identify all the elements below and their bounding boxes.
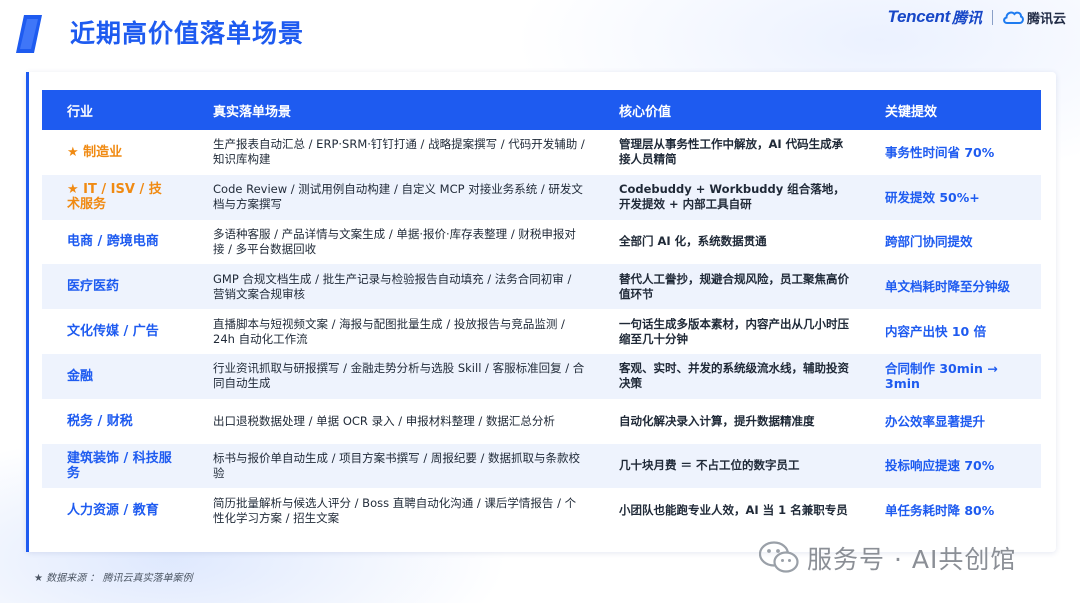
- value-cell: 客观、实时、并发的系统级流水线，辅助投资决策: [594, 353, 860, 399]
- brand-cloud-cn: 腾讯云: [1026, 11, 1066, 27]
- table-row: ★ IT / ISV / 技术服务 Code Review / 测试用例自动构建…: [42, 174, 1041, 220]
- table-row: 税务 / 财税 出口退税数据处理 / 单据 OCR 录入 / 申报材料整理 / …: [42, 398, 1041, 444]
- scenario-table: 行业 真实落单场景 核心价值 关键提效 ★ 制造业 生产报表自动汇总 / ERP…: [42, 90, 1041, 534]
- brand-divider: [991, 9, 993, 25]
- efficiency-cell: 单任务耗时降 80%: [860, 488, 1041, 534]
- table-row: 医疗医药 GMP 合规文档生成 / 批生产记录与检验报告自动填充 / 法务合同初…: [42, 264, 1041, 310]
- column-header-value: 核心价值: [594, 90, 860, 130]
- industry-cell: 医疗医药: [42, 264, 188, 310]
- watermark-text: 服务号 · AI共创馆: [807, 545, 1017, 574]
- value-cell: 全部门 AI 化，系统数据贯通: [594, 219, 860, 265]
- efficiency-cell: 投标响应提速 70%: [860, 443, 1041, 489]
- efficiency-cell: 单文档耗时降至分钟级: [860, 264, 1041, 310]
- industry-cell: 金融: [42, 353, 188, 399]
- industry-cell: 税务 / 财税: [42, 398, 188, 444]
- scenario-cell: 标书与报价单自动生成 / 项目方案书撰写 / 周报纪要 / 数据抓取与条款校验: [188, 443, 594, 489]
- scenario-cell: 出口退税数据处理 / 单据 OCR 录入 / 申报材料整理 / 数据汇总分析: [188, 398, 594, 444]
- scenario-cell: GMP 合规文档生成 / 批生产记录与检验报告自动填充 / 法务合同初审 / 营…: [188, 264, 594, 310]
- brand-tencent-en: Tencent: [887, 7, 951, 26]
- table-header-row: 行业 真实落单场景 核心价值 关键提效: [42, 90, 1041, 130]
- scenario-cell: 简历批量解析与候选人评分 / Boss 直聘自动化沟通 / 课后学情报告 / 个…: [188, 488, 594, 534]
- brand-tencent-cn: 腾讯: [951, 8, 982, 27]
- table-row: 金融 行业资讯抓取与研报撰写 / 金融走势分析与选股 Skill / 客服标准回…: [42, 353, 1041, 399]
- scenario-cell: 多语种客服 / 产品详情与文案生成 / 单据·报价·库存表整理 / 财税申报对接…: [188, 219, 594, 265]
- data-source-note: ★ 数据来源 ： 腾讯云真实落单案例: [34, 573, 193, 584]
- efficiency-cell: 研发提效 50%+: [860, 174, 1041, 220]
- value-cell: 几十块月费 ＝ 不占工位的数字员工: [594, 443, 860, 489]
- efficiency-cell: 办公效率显著提升: [860, 398, 1041, 444]
- efficiency-cell: 事务性时间省 70%: [860, 130, 1041, 175]
- page-title: 近期高价值落单场景: [70, 19, 305, 48]
- cloud-icon: [1003, 11, 1024, 24]
- scenario-cell: 行业资讯抓取与研报撰写 / 金融走势分析与选股 Skill / 客服标准回复 /…: [188, 353, 594, 399]
- value-cell: 替代人工誊抄，规避合规风险，员工聚焦高价值环节: [594, 264, 860, 310]
- table-row: ★ 制造业 生产报表自动汇总 / ERP·SRM·钉钉打通 / 战略提案撰写 /…: [42, 130, 1041, 175]
- card-accent-bar: [26, 72, 29, 552]
- value-cell: 自动化解决录入计算，提升数据精准度: [594, 398, 860, 444]
- wechat-icon: [759, 541, 799, 573]
- efficiency-cell: 合同制作 30min → 3min: [860, 353, 1041, 399]
- efficiency-cell: 跨部门协同提效: [860, 219, 1041, 265]
- logo-mark-icon: [16, 15, 42, 53]
- industry-cell: ★ IT / ISV / 技术服务: [42, 174, 188, 220]
- watermark: 服务号 · AI共创馆: [759, 540, 1016, 576]
- efficiency-cell: 内容产出快 10 倍: [860, 309, 1041, 354]
- column-header-efficiency: 关键提效: [860, 90, 1041, 130]
- scenario-cell: 直播脚本与短视频文案 / 海报与配图批量生成 / 投放报告与竞品监测 / 24h…: [188, 309, 594, 354]
- industry-cell: 电商 / 跨境电商: [42, 219, 188, 265]
- column-header-scenario: 真实落单场景: [188, 90, 594, 130]
- scenario-cell: 生产报表自动汇总 / ERP·SRM·钉钉打通 / 战略提案撰写 / 代码开发辅…: [188, 130, 594, 175]
- brand-logo: Tencent 腾讯 腾讯云: [888, 5, 1066, 29]
- industry-cell: 建筑装饰 / 科技服务: [42, 443, 188, 489]
- value-cell: 一句话生成多版本素材，内容产出从几小时压缩至几十分钟: [594, 309, 860, 354]
- value-cell: Codebuddy + Workbuddy 组合落地，开发提效 + 内部工具自研: [594, 174, 860, 220]
- table-row: 电商 / 跨境电商 多语种客服 / 产品详情与文案生成 / 单据·报价·库存表整…: [42, 219, 1041, 265]
- scenario-cell: Code Review / 测试用例自动构建 / 自定义 MCP 对接业务系统 …: [188, 174, 594, 220]
- value-cell: 小团队也能跑专业人效，AI 当 1 名兼职专员: [594, 488, 860, 534]
- column-header-industry: 行业: [42, 90, 188, 130]
- table-row: 文化传媒 / 广告 直播脚本与短视频文案 / 海报与配图批量生成 / 投放报告与…: [42, 309, 1041, 354]
- industry-cell: 文化传媒 / 广告: [42, 309, 188, 354]
- table-row: 人力资源 / 教育 简历批量解析与候选人评分 / Boss 直聘自动化沟通 / …: [42, 488, 1041, 534]
- industry-cell: ★ 制造业: [42, 130, 188, 175]
- table-row: 建筑装饰 / 科技服务 标书与报价单自动生成 / 项目方案书撰写 / 周报纪要 …: [42, 443, 1041, 489]
- value-cell: 管理层从事务性工作中解放，AI 代码生成承接人员精简: [594, 130, 860, 175]
- industry-cell: 人力资源 / 教育: [42, 488, 188, 534]
